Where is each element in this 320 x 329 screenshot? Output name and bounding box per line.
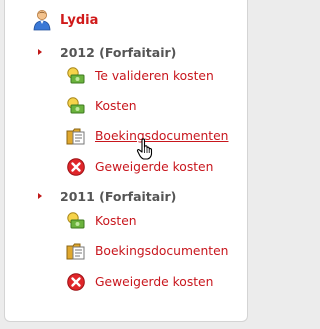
- user-name: Lydia: [60, 12, 99, 28]
- nav-item-kosten[interactable]: Kosten: [66, 210, 137, 232]
- nav-item-label: Kosten: [95, 99, 137, 113]
- nav-item-label: Geweigerde kosten: [95, 160, 214, 174]
- expand-arrow-icon[interactable]: [36, 189, 50, 203]
- nav-item-label: Boekingsdocumenten: [95, 129, 229, 143]
- money-icon: [67, 212, 85, 229]
- reject-icon: [67, 273, 85, 291]
- nav-item-te-valideren-kosten[interactable]: Te valideren kosten: [66, 65, 214, 87]
- year-label: 2011 (Forfaitair): [60, 188, 177, 204]
- reject-icon: [67, 158, 85, 176]
- expand-arrow-icon[interactable]: [36, 45, 50, 59]
- nav-item-label: Geweigerde kosten: [95, 275, 214, 289]
- hand-pointer-icon: [136, 138, 153, 160]
- year-label: 2012 (Forfaitair): [60, 44, 177, 60]
- nav-item-label: Kosten: [95, 214, 137, 228]
- nav-item-geweigerde-kosten[interactable]: Geweigerde kosten: [66, 271, 213, 293]
- nav-item-kosten[interactable]: Kosten: [66, 95, 137, 117]
- year-node-2012[interactable]: 2012 (Forfaitair): [36, 43, 176, 61]
- nav-item-label: Te valideren kosten: [95, 69, 214, 83]
- nav-item-label: Boekingsdocumenten: [95, 244, 229, 258]
- folder-document-icon: [66, 128, 85, 145]
- year-node-2011[interactable]: 2011 (Forfaitair): [36, 187, 176, 205]
- user-icon: [33, 10, 51, 31]
- nav-item-boekingsdocumenten[interactable]: Boekingsdocumenten: [66, 240, 228, 262]
- money-icon: [67, 67, 85, 84]
- money-icon: [67, 97, 85, 114]
- folder-document-icon: [66, 243, 85, 260]
- user-node[interactable]: Lydia: [32, 9, 98, 31]
